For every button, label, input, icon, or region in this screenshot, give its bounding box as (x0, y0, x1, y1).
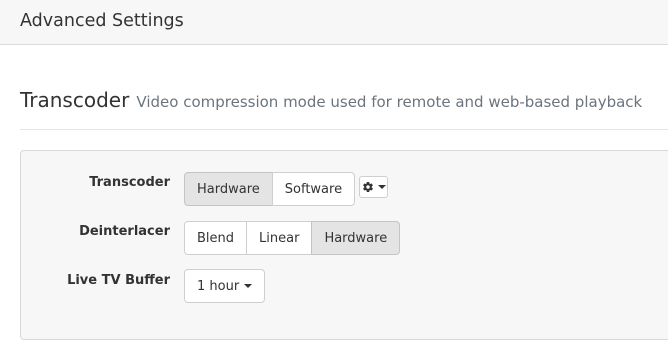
chevron-down-icon (377, 185, 386, 189)
transcoder-label: Transcoder (89, 175, 170, 190)
transcoder-settings-button[interactable] (359, 176, 388, 198)
section-title: Transcoder (20, 88, 130, 112)
transcoder-software-button[interactable]: Software (271, 172, 356, 206)
gear-icon (362, 181, 374, 193)
deinterlacer-blend-button[interactable]: Blend (184, 221, 248, 255)
section-heading: Transcoder Video compression mode used f… (20, 88, 642, 112)
chevron-down-icon (244, 284, 253, 288)
page-header: Advanced Settings (0, 0, 668, 45)
deinterlacer-label: Deinterlacer (79, 224, 170, 239)
page-title: Advanced Settings (20, 11, 184, 31)
section-subtitle: Video compression mode used for remote a… (136, 93, 643, 111)
live-tv-buffer-label: Live TV Buffer (67, 273, 170, 288)
deinterlacer-linear-button[interactable]: Linear (246, 221, 313, 255)
deinterlacer-button-group: Blend Linear Hardware (184, 221, 401, 255)
section-divider (20, 129, 668, 130)
live-tv-buffer-dropdown[interactable]: 1 hour (184, 269, 266, 303)
live-tv-buffer-value: 1 hour (197, 278, 240, 294)
transcoder-hardware-button[interactable]: Hardware (184, 172, 273, 206)
deinterlacer-hardware-button[interactable]: Hardware (311, 221, 401, 255)
transcoder-button-group: Hardware Software (184, 172, 356, 206)
